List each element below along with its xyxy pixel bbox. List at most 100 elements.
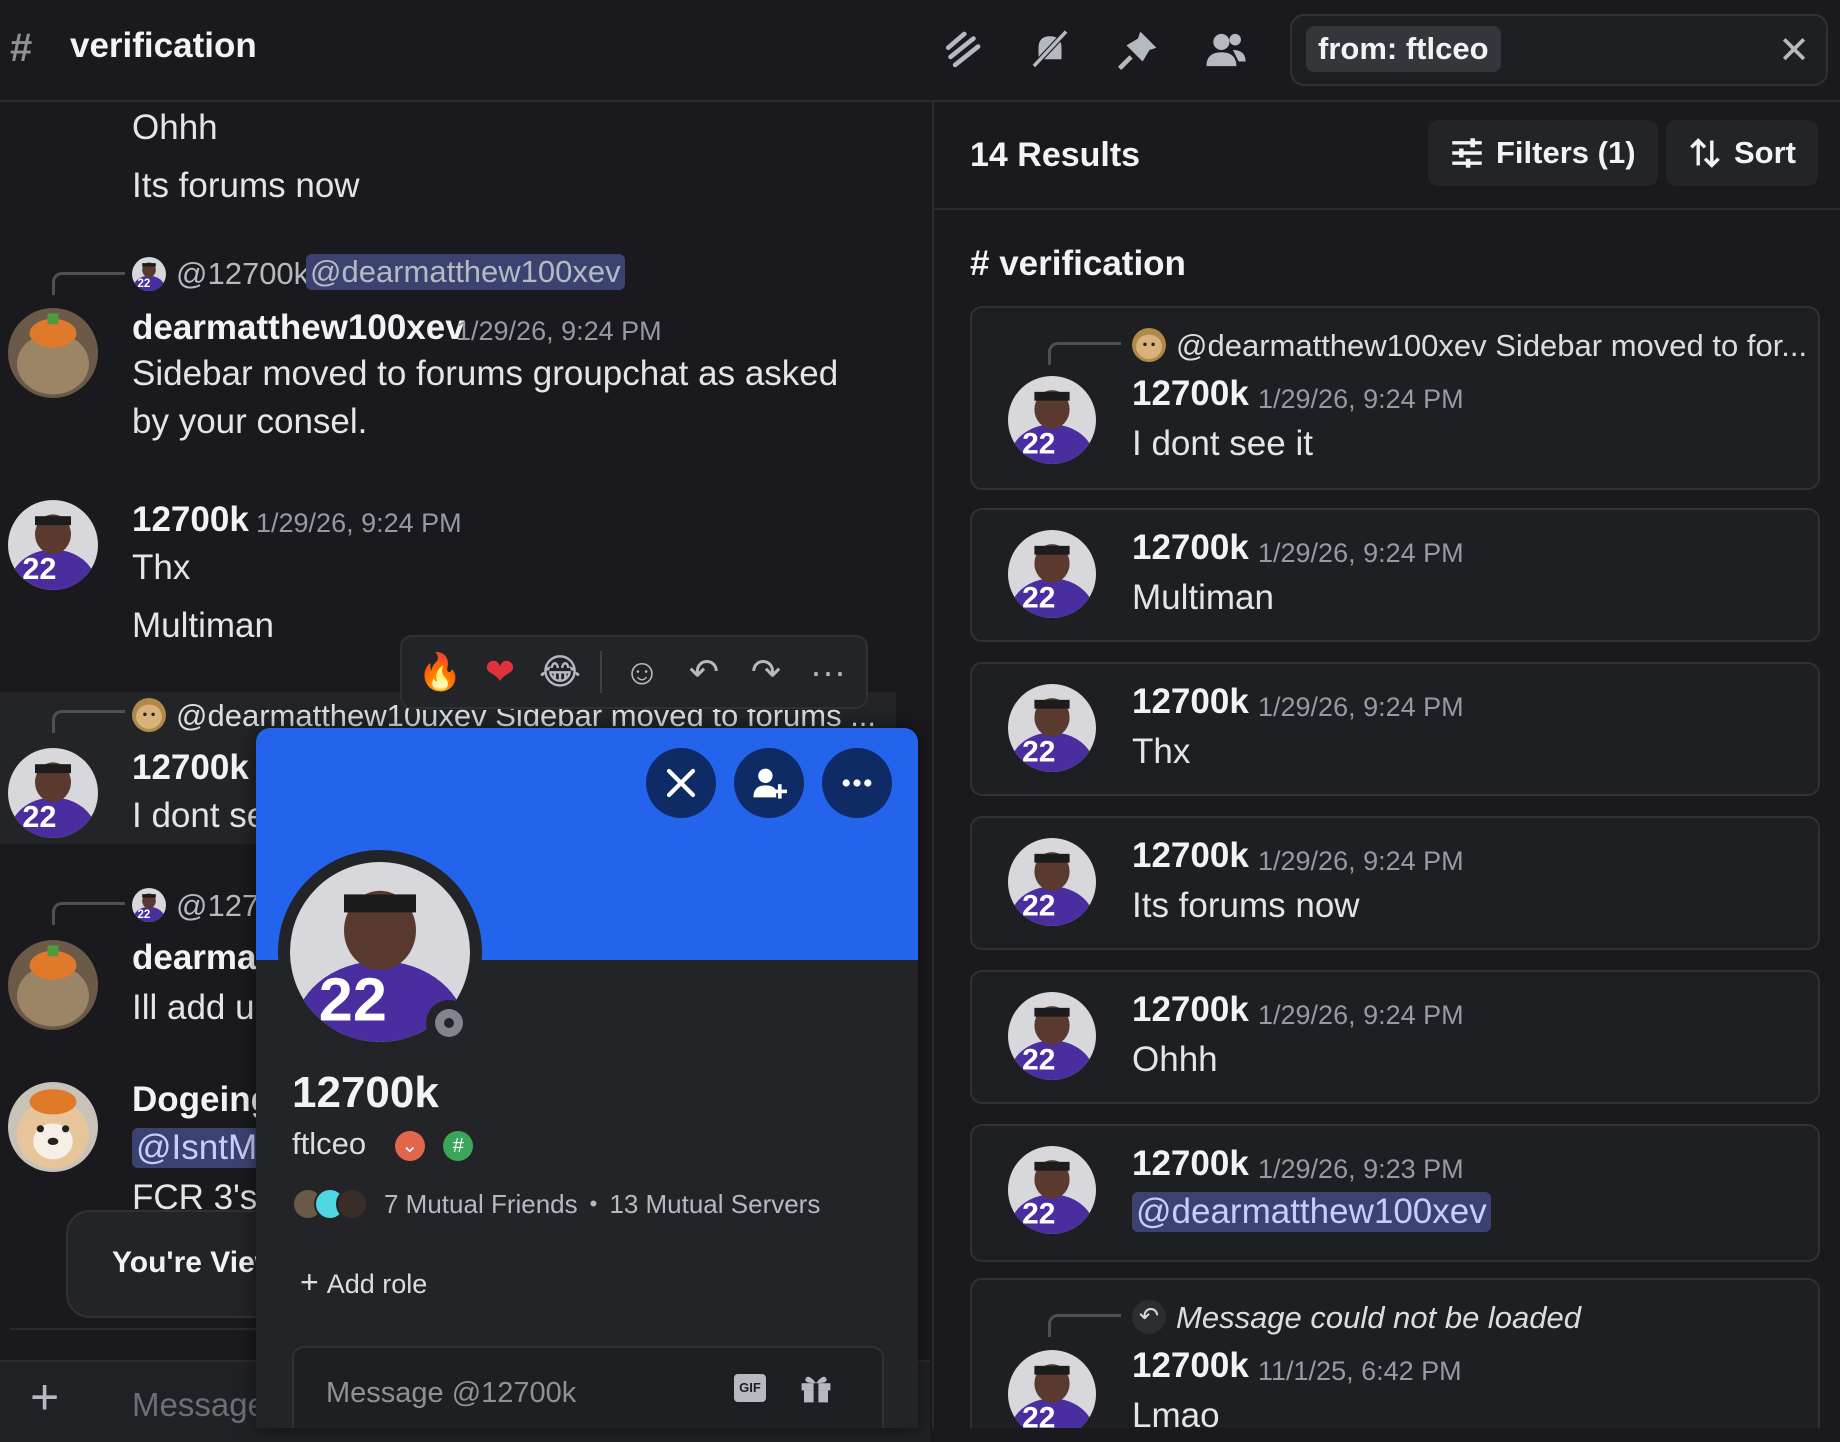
results-channel-name: verification: [999, 244, 1186, 283]
avatar: [1008, 992, 1096, 1080]
result-text: Ohhh: [1132, 1040, 1218, 1079]
divider: [600, 651, 602, 693]
search-filter-chip[interactable]: from: ftlceo: [1306, 26, 1501, 72]
message-timestamp: 1/29/26, 9:24 PM: [256, 508, 462, 538]
result-username: 12700k: [1132, 1346, 1249, 1385]
sort-icon: [1690, 138, 1720, 168]
channel-title: verification: [70, 26, 257, 65]
message-username[interactable]: 12700k: [132, 500, 249, 540]
message-text: Thx: [132, 548, 191, 587]
message-text: Ohhh: [132, 108, 218, 147]
profile-avatar-ring: [278, 850, 482, 1054]
mention[interactable]: @dearmatthew100xev: [1132, 1192, 1491, 1232]
result-username: 12700k: [1132, 374, 1249, 413]
avatar: [132, 888, 166, 922]
add-role-label: Add role: [326, 1269, 428, 1299]
heart-reaction-button[interactable]: ❤: [474, 647, 526, 697]
mutual-friends-link[interactable]: 7 Mutual Friends: [384, 1189, 578, 1220]
avatar[interactable]: [8, 1082, 98, 1172]
add-friend-icon[interactable]: [734, 748, 804, 818]
laugh-reaction-button[interactable]: 😂: [534, 647, 586, 697]
result-username: 12700k: [1132, 528, 1249, 567]
status-indicator: [426, 1000, 472, 1046]
profile-display-name: 12700k: [292, 1068, 439, 1117]
results-count: 14 Results: [970, 136, 1141, 174]
members-icon[interactable]: [1198, 22, 1254, 78]
sort-button[interactable]: Sort: [1666, 120, 1818, 186]
reply-connector: [52, 272, 125, 295]
message-username[interactable]: 12700k: [132, 748, 249, 788]
message-text: Ill add u: [132, 988, 255, 1027]
pin-icon[interactable]: [1110, 22, 1166, 78]
gif-icon[interactable]: GIF: [734, 1374, 766, 1402]
avatar[interactable]: [8, 308, 98, 398]
search-result-card[interactable]: 12700k 1/29/26, 9:24 PM Ohhh: [970, 970, 1820, 1104]
avatar[interactable]: [8, 940, 98, 1030]
hash-badge-icon[interactable]: #: [443, 1130, 474, 1161]
search-result-card[interactable]: 12700k 1/29/26, 9:24 PM Its forums now: [970, 816, 1820, 950]
mention[interactable]: @dearmatthew100xev: [306, 254, 625, 290]
channel-hash-icon: #: [10, 26, 33, 70]
badge-icon[interactable]: ⌄: [394, 1130, 425, 1161]
reply-connector: [1048, 342, 1121, 365]
reply-username[interactable]: @12700k: [176, 256, 309, 292]
search-input[interactable]: from: ftlceo ✕: [1290, 14, 1828, 86]
mutual-avatar: [336, 1188, 368, 1220]
avatar: [1008, 1350, 1096, 1428]
gift-icon[interactable]: [798, 1370, 834, 1406]
message-actions-bar: 🔥 ❤ 😂 ☺ ↶ ↷ ···: [400, 635, 868, 709]
profile-message-box[interactable]: GIF: [292, 1346, 884, 1428]
mutual-info: 7 Mutual Friends • 13 Mutual Servers: [292, 1188, 820, 1220]
profile-message-input[interactable]: [324, 1372, 708, 1414]
result-timestamp: 1/29/26, 9:24 PM: [1258, 692, 1464, 722]
avatar: [132, 257, 166, 291]
results-channel-label: # verification: [970, 244, 1186, 284]
search-result-card[interactable]: 12700k 1/29/26, 9:24 PM Multiman: [970, 508, 1820, 642]
avatar[interactable]: [8, 748, 98, 838]
message-text: Sidebar moved to forums groupchat as ask…: [132, 354, 839, 393]
forward-icon[interactable]: ↷: [740, 647, 792, 697]
filters-label: Filters (1): [1496, 135, 1636, 170]
username-text: ftlceo: [292, 1126, 367, 1161]
search-result-card[interactable]: 12700k 1/29/26, 9:23 PM @dearmatthew100x…: [970, 1124, 1820, 1262]
more-icon[interactable]: ···: [802, 647, 854, 697]
fight-icon[interactable]: [646, 748, 716, 818]
avatar: [1008, 838, 1096, 926]
result-username: 12700k: [1132, 682, 1249, 721]
search-result-card[interactable]: @dearmatthew100xev Sidebar moved to for.…: [970, 306, 1820, 490]
user-profile-popout: 12700k ftlceo ⌄ # 7 Mutual Friends • 13 …: [256, 728, 918, 1428]
result-timestamp: 11/1/25, 6:42 PM: [1258, 1356, 1462, 1386]
add-attachment-icon[interactable]: +: [30, 1368, 59, 1426]
add-reaction-icon[interactable]: ☺: [616, 647, 668, 697]
reply-preview: @dearmatthew100xev Sidebar moved to for.…: [1176, 328, 1808, 363]
close-icon[interactable]: ✕: [1778, 28, 1810, 73]
avatar: [1008, 376, 1096, 464]
chat-input-placeholder: Message: [132, 1386, 266, 1423]
result-username: 12700k: [1132, 990, 1249, 1029]
search-result-card[interactable]: ↶ Message could not be loaded 12700k 11/…: [970, 1278, 1820, 1428]
reply-icon[interactable]: ↶: [678, 647, 730, 697]
add-role-button[interactable]: + Add role: [300, 1264, 427, 1301]
avatar: [1008, 684, 1096, 772]
reply-connector: [1048, 1314, 1121, 1337]
message-username[interactable]: Dogeing: [132, 1080, 272, 1120]
result-timestamp: 1/29/26, 9:24 PM: [1258, 384, 1464, 414]
message-username[interactable]: dearmatthew100xev: [132, 308, 465, 348]
sort-label: Sort: [1734, 135, 1796, 170]
results-header: 14 Results Filters (1) Sort: [934, 102, 1840, 210]
message-timestamp: 1/29/26, 9:24 PM: [456, 316, 662, 346]
more-icon[interactable]: [822, 748, 892, 818]
message-username[interactable]: dearmat: [132, 938, 268, 978]
result-username: 12700k: [1132, 836, 1249, 875]
filters-button[interactable]: Filters (1): [1428, 120, 1658, 186]
reply-connector: [52, 710, 125, 733]
mention[interactable]: @IsntM: [132, 1128, 262, 1168]
search-result-card[interactable]: 12700k 1/29/26, 9:24 PM Thx: [970, 662, 1820, 796]
avatar[interactable]: [8, 500, 98, 590]
mutual-servers-link[interactable]: 13 Mutual Servers: [609, 1189, 820, 1220]
mute-bell-icon[interactable]: [1022, 22, 1078, 78]
message-text: I dont se: [132, 796, 267, 835]
threads-icon[interactable]: [934, 22, 990, 78]
result-username: 12700k: [1132, 1144, 1249, 1183]
fire-reaction-button[interactable]: 🔥: [414, 647, 466, 697]
